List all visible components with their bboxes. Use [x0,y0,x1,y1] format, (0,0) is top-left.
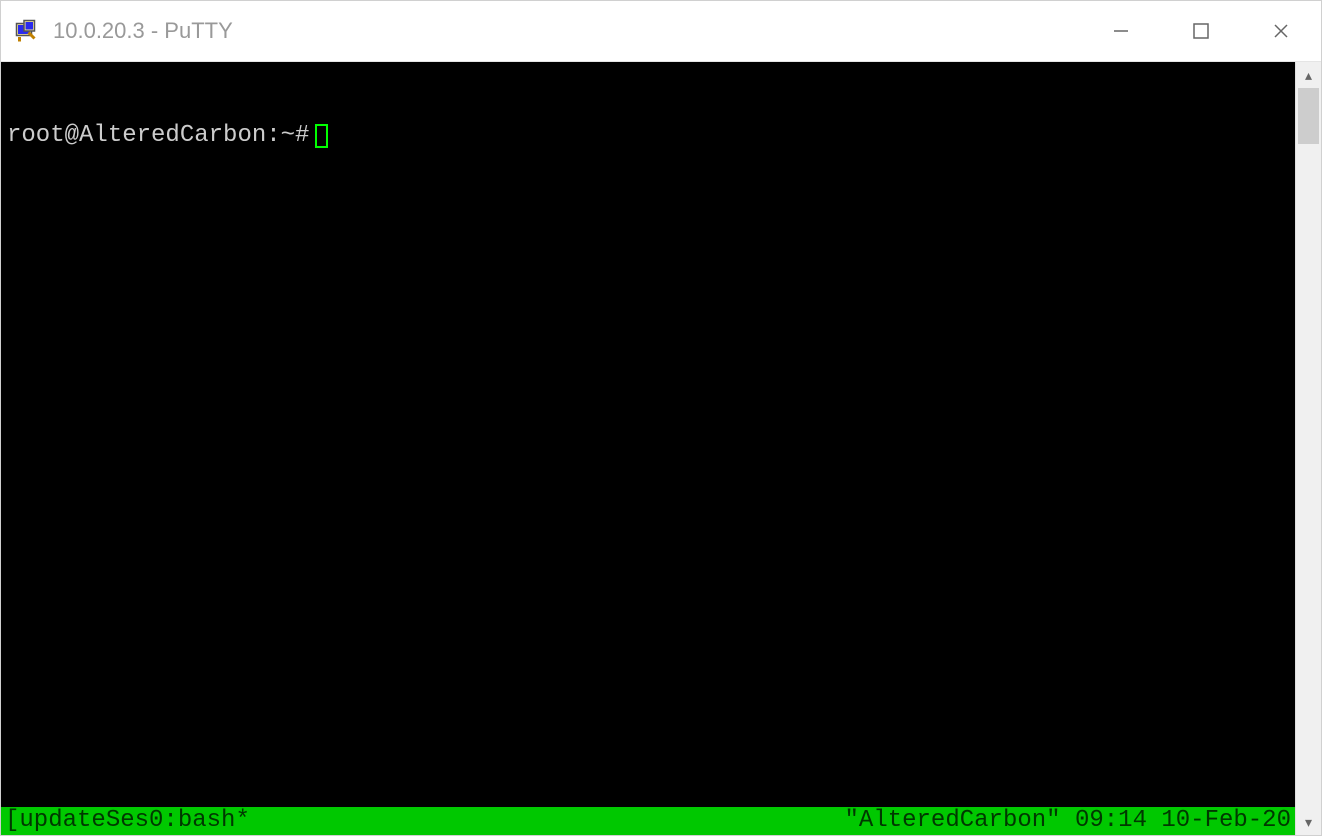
terminal-body[interactable]: root@AlteredCarbon:~# [1,62,1295,807]
terminal[interactable]: root@AlteredCarbon:~# [updateSes0:bash* … [1,62,1295,835]
status-left: [updateSes0:bash* [5,807,250,835]
vertical-scrollbar[interactable]: ▴ ▾ [1295,62,1321,835]
prompt-line: root@AlteredCarbon:~# [7,122,1289,150]
scroll-thumb[interactable] [1298,88,1319,144]
terminal-cursor [315,124,328,148]
window-title: 10.0.20.3 - PuTTY [53,18,233,44]
putty-icon [13,17,41,45]
scroll-track[interactable] [1296,88,1321,809]
titlebar[interactable]: 10.0.20.3 - PuTTY [1,1,1321,61]
window-controls [1081,1,1321,61]
client-area: root@AlteredCarbon:~# [updateSes0:bash* … [1,61,1321,835]
maximize-button[interactable] [1161,1,1241,61]
scroll-down-button[interactable]: ▾ [1296,809,1321,835]
tmux-statusbar: [updateSes0:bash* "AlteredCarbon" 09:14 … [1,807,1295,835]
scroll-up-button[interactable]: ▴ [1296,62,1321,88]
close-button[interactable] [1241,1,1321,61]
shell-prompt: root@AlteredCarbon:~# [7,122,309,150]
putty-window: 10.0.20.3 - PuTTY root@AlteredCarbon:~# [0,0,1322,836]
status-right: "AlteredCarbon" 09:14 10-Feb-20 [845,807,1291,835]
minimize-button[interactable] [1081,1,1161,61]
